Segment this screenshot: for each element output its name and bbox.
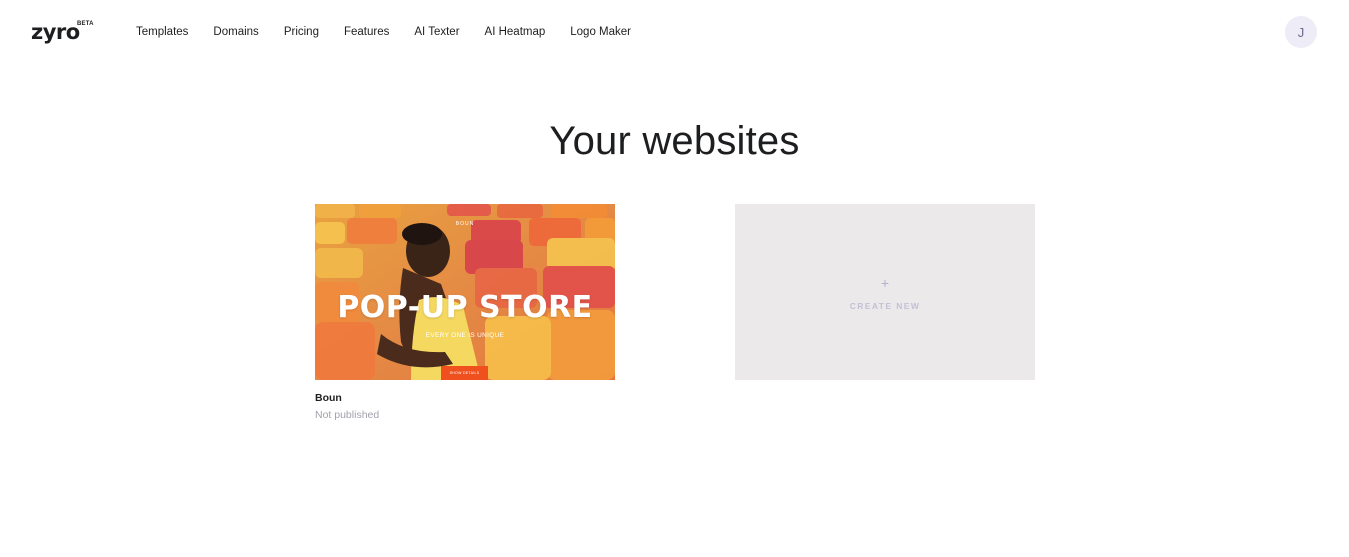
website-thumbnail[interactable]: BOUN POP-UP STORE EVERY ONE IS UNIQUE SH… — [315, 204, 615, 380]
nav-item-ai-heatmap[interactable]: AI Heatmap — [485, 24, 546, 40]
nav-item-features[interactable]: Features — [344, 24, 389, 40]
plus-icon: + — [880, 275, 890, 291]
thumbnail-subheadline: EVERY ONE IS UNIQUE — [425, 332, 505, 339]
beta-badge: BETA — [77, 21, 94, 27]
website-status: Not published — [315, 409, 380, 421]
thumbnail-brand: BOUN — [455, 221, 475, 227]
user-avatar[interactable]: J — [1285, 16, 1317, 48]
top-navbar: zyro BETA Templates Domains Pricing Feat… — [0, 0, 1349, 64]
nav-item-ai-texter[interactable]: AI Texter — [414, 24, 459, 40]
website-name[interactable]: Boun — [315, 391, 615, 405]
create-new-label: CREATE NEW — [849, 301, 921, 311]
nav-item-domains[interactable]: Domains — [213, 24, 258, 40]
nav-item-logo-maker[interactable]: Logo Maker — [570, 24, 631, 40]
thumbnail-button: SHOW DETAILS — [441, 366, 488, 380]
nav-item-templates[interactable]: Templates — [136, 24, 188, 40]
page-title: Your websites — [549, 119, 800, 163]
website-card: BOUN POP-UP STORE EVERY ONE IS UNIQUE SH… — [315, 204, 615, 422]
zyro-logo[interactable]: zyro — [31, 20, 80, 44]
main-nav: Templates Domains Pricing Features AI Te… — [136, 24, 656, 40]
nav-item-pricing[interactable]: Pricing — [284, 24, 319, 40]
thumbnail-headline: POP-UP STORE — [337, 290, 593, 325]
create-new-website-button[interactable]: + CREATE NEW — [735, 204, 1035, 380]
